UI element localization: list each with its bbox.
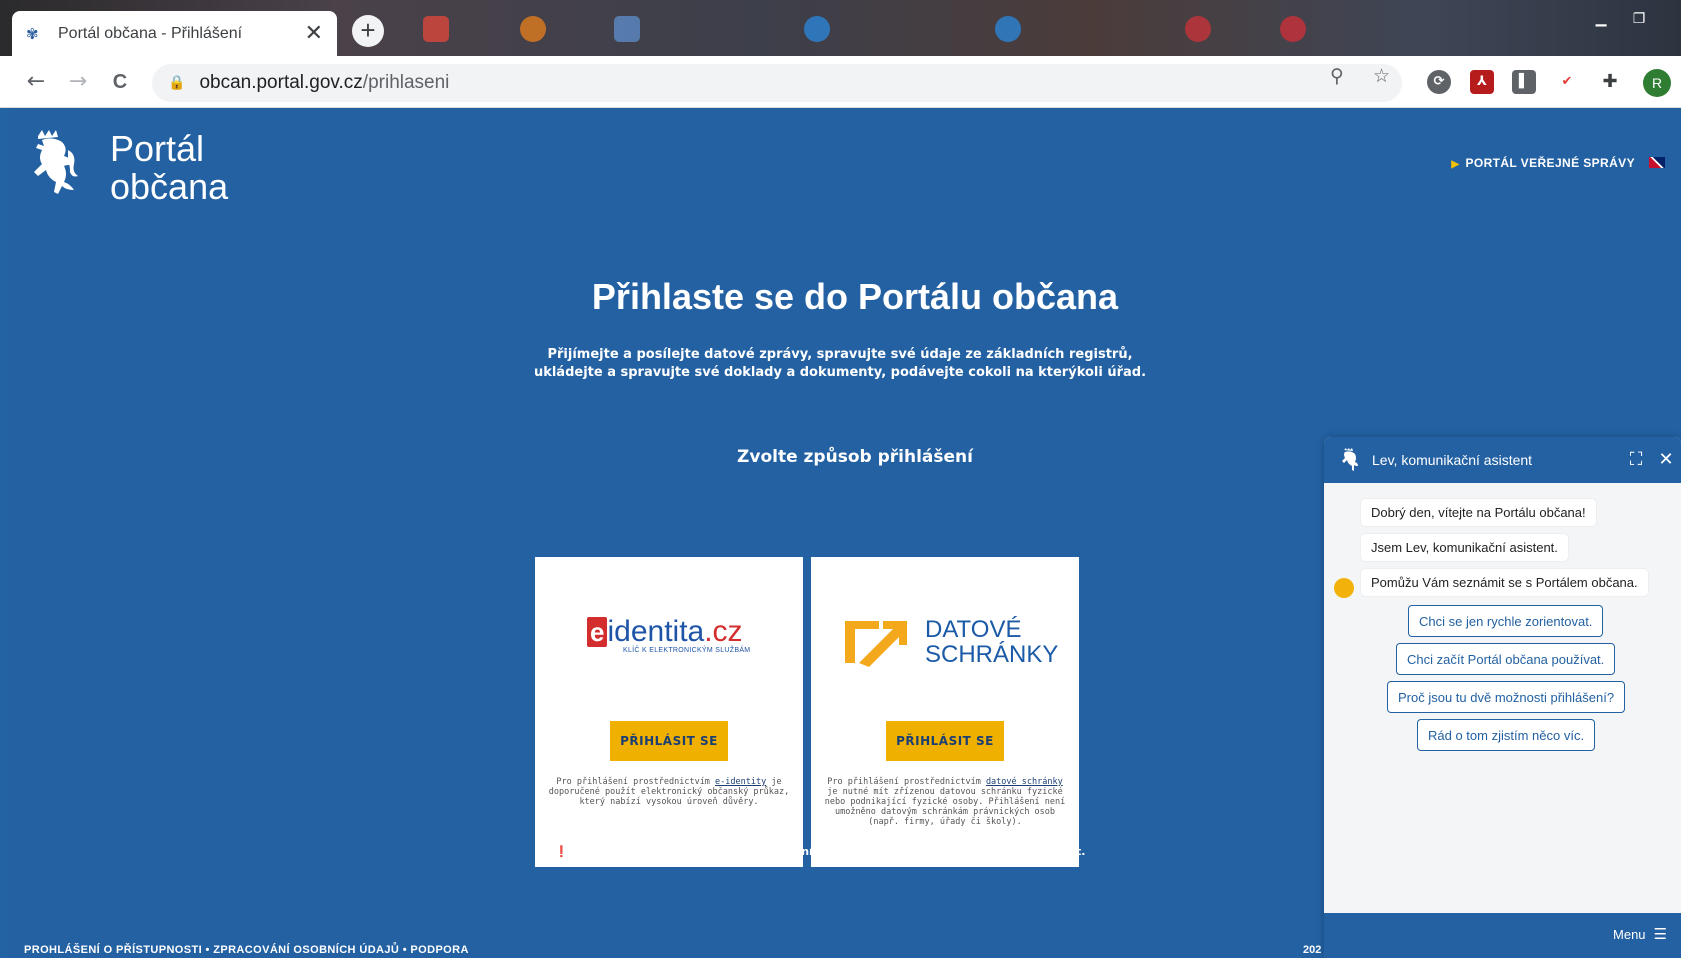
browser-tabstrip: ✾ Portál občana - Přihlášení ✕ + ▁ ❐ [0,0,1681,56]
ds-note-text-2: je nutné mít zřízenou datovou schránku f… [824,787,1066,827]
bot-avatar [1334,578,1354,598]
desktop-icon [804,16,830,42]
reload-icon[interactable]: C [104,66,136,98]
chat-body: Dobrý den, vítejte na Portálu občana! Js… [1324,483,1681,913]
forward-arrow-icon[interactable]: → [62,66,94,98]
browser-toolbar: ← → C 🔒 obcan.portal.gov.cz/prihlaseni ⚲… [0,56,1681,108]
desktop-icon [995,16,1021,42]
chat-option-two-logins[interactable]: Proč jsou tu dvě možnosti přihlášení? [1387,681,1626,713]
page-subtitle: Přijímejte a posílejte datové zprávy, sp… [533,347,1147,380]
extension-sync-icon[interactable]: ⟳ [1427,70,1451,94]
datove-schranky-arrows-icon [845,621,907,667]
arrow-right-icon: ▶ [1451,159,1460,170]
restore-window-icon[interactable]: ❐ [1626,8,1652,30]
minimize-window-icon[interactable]: ▁ [1588,8,1614,30]
url-path: /prihlaseni [362,72,450,93]
lock-icon: 🔒 [168,75,186,91]
lion-favicon-icon: ✾ [26,24,39,43]
chat-message: Jsem Lev, komunikační asistent. [1361,534,1568,561]
footer-year: 202 [1303,944,1322,956]
brand-line-2: občana [110,166,229,207]
privacy-warning-text: Chraňte své osobní údaje. Po ukončení pr… [572,845,1086,858]
profile-avatar[interactable]: R [1643,69,1671,97]
desktop-icon [520,16,546,42]
eidentita-link[interactable]: e-identity [715,777,766,787]
close-icon[interactable]: ✕ [1651,450,1681,470]
datove-schranky-login-button[interactable]: PŘIHLÁSIT SE [886,721,1004,761]
eidentita-login-button[interactable]: PŘIHLÁSIT SE [610,721,728,761]
portal-link-label: PORTÁL VEŘEJNÉ SPRÁVY [1465,156,1635,170]
datove-schranky-wordmark: DATOVÉ SCHRÁNKY [925,617,1058,667]
zoom-icon[interactable]: ⚲ [1330,65,1344,87]
english-flag-icon[interactable] [1649,157,1665,168]
ds-note-text: Pro přihlášení prostřednictvím [827,777,986,787]
chat-option-start-using[interactable]: Chci začít Portál občana používat. [1396,643,1616,675]
desktop-icon [1280,16,1306,42]
lion-logo-icon [1342,448,1358,471]
datove-schranky-note: Pro přihlášení prostřednictvím datové sc… [823,777,1067,827]
extension-pdf-icon[interactable]: ⅄ [1470,70,1494,94]
footer-links[interactable]: PROHLÁŠENÍ O PŘÍSTUPNOSTI • ZPRACOVÁNÍ O… [24,944,469,956]
chat-footer: Menu ☰ [1324,913,1681,958]
chat-message: Dobrý den, vítejte na Portálu občana! [1361,499,1596,526]
eidentita-note: Pro přihlášení prostřednictvím e-identit… [547,777,791,807]
ds-logo-line-2: SCHRÁNKY [925,641,1059,668]
datove-schranky-link[interactable]: datové schránky [986,777,1063,787]
datove-schranky-card: DATOVÉ SCHRÁNKY PŘIHLÁSIT SE Pro přihláš… [811,557,1079,867]
desktop-icon [423,16,449,42]
desktop-icon [1185,16,1211,42]
extensions-puzzle-icon[interactable]: ✚ [1598,70,1622,94]
brand-line-1: Portál [110,128,205,169]
chat-option-orient[interactable]: Chci se jen rychle zorientovat. [1408,605,1604,637]
tab-title: Portál občana - Přihlášení [58,24,243,42]
brand-title[interactable]: Portál občana [110,130,228,206]
chat-assistant-widget: Lev, komunikační asistent ⛶ ✕ Dobrý den,… [1324,437,1681,958]
datove-schranky-logo: DATOVÉ SCHRÁNKY [811,615,1079,685]
extension-reader-icon[interactable]: ▌ [1512,70,1536,94]
chat-header: Lev, komunikační asistent ⛶ ✕ [1324,437,1681,483]
portal-verejne-spravy-link[interactable]: ▶ PORTÁL VEŘEJNÉ SPRÁVY [1451,156,1665,170]
eidentita-card: e identita.cz KLÍČ K ELEKTRONICKÝM SLUŽBÁ… [535,557,803,867]
eidentita-logo-cz: .cz [704,615,743,648]
address-bar[interactable]: 🔒 obcan.portal.gov.cz/prihlaseni [152,64,1402,102]
chat-menu-label: Menu [1613,927,1646,942]
info-icon: ❗ [554,845,569,858]
extension-check-icon[interactable]: ✔ [1555,70,1579,94]
eidentita-logo-word: identita [607,615,705,648]
page-title: Přihlaste se do Portálu občana [591,276,1119,317]
close-tab-icon[interactable]: ✕ [305,22,323,45]
back-arrow-icon[interactable]: ← [20,66,52,98]
czech-lion-logo-icon[interactable] [24,128,82,206]
chat-title: Lev, komunikační asistent [1372,452,1533,468]
ds-logo-line-1: DATOVÉ [925,616,1022,643]
desktop-icon [614,16,640,42]
chat-message: Pomůžu Vám seznámit se s Portálem občana… [1361,569,1648,596]
browser-tab[interactable]: ✾ Portál občana - Přihlášení ✕ [12,11,337,56]
hamburger-icon: ☰ [1653,926,1667,943]
chat-menu-button[interactable]: Menu ☰ [1613,926,1667,943]
eidentita-logo: e identita.cz KLÍČ K ELEKTRONICKÝM SLUŽBÁ… [535,615,803,685]
eidentita-note-text: Pro přihlášení prostřednictvím [556,777,716,787]
url-host: obcan.portal.gov.cz [199,72,363,93]
eidentita-logo-e: e [587,617,608,647]
chat-option-learn-more[interactable]: Rád o tom zjistím něco víc. [1417,719,1596,751]
expand-icon[interactable]: ⛶ [1621,450,1651,470]
bookmark-star-icon[interactable]: ☆ [1373,65,1390,87]
new-tab-button[interactable]: + [352,15,384,47]
